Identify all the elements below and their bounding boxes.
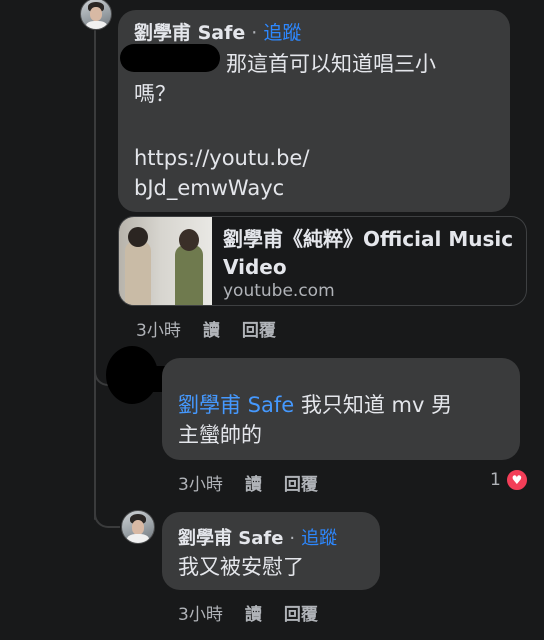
read-button[interactable]: 讀 <box>245 475 262 495</box>
heart-icon: ♥ <box>504 468 529 492</box>
reply-actions: 3小時 讀 回覆 <box>178 470 340 495</box>
reply-button[interactable]: 回覆 <box>242 321 276 341</box>
video-thumbnail[interactable] <box>119 217 212 305</box>
youtube-link[interactable]: https://youtu.be/ bJd_emwWayc <box>134 143 494 203</box>
reply-text-part1: 我只知道 mv 男 <box>294 393 453 417</box>
follow-link[interactable]: 追蹤 <box>301 528 337 549</box>
card-title[interactable]: 劉學甫《純粹》Official Music Video <box>223 225 519 281</box>
link-line1[interactable]: https://youtu.be/ <box>134 146 309 170</box>
comment-actions: 3小時 讀 回覆 <box>136 316 298 341</box>
reply-actions: 3小時 讀 回覆 <box>178 600 340 625</box>
comment-thread: 劉學甫 Safe · 追蹤 那這首可以知道唱三小 嗎？ https://youtu.… <box>0 0 544 640</box>
reaction-summary[interactable]: 1 ♥ <box>490 468 529 492</box>
timestamp[interactable]: 3小時 <box>178 605 223 625</box>
reply-button[interactable]: 回覆 <box>284 605 318 625</box>
timestamp[interactable]: 3小時 <box>178 475 223 495</box>
comment-bubble: 劉學甫 Safe · 追蹤 那這首可以知道唱三小 嗎？ https://youtu.… <box>118 10 510 212</box>
separator-dot: · <box>289 528 296 549</box>
read-button[interactable]: 讀 <box>245 605 262 625</box>
reply-bubble: 劉學甫 Safe 我只知道 mv 男 主蠻帥的 <box>162 358 520 460</box>
link-preview-card[interactable]: 劉學甫《純粹》Official Music Video youtube.com <box>118 216 527 306</box>
mention-tag[interactable]: 劉學甫 Safe <box>178 393 294 417</box>
reply-text: 我又被安慰了 <box>178 555 304 579</box>
link-line2[interactable]: bJd_emwWayc <box>134 176 284 200</box>
separator-dot: · <box>251 22 258 44</box>
card-domain: youtube.com <box>223 281 335 301</box>
avatar[interactable] <box>80 0 112 30</box>
comment-text-line1: 那這首可以知道唱三小 <box>226 52 436 76</box>
avatar[interactable] <box>121 510 155 544</box>
redacted-name <box>120 44 220 72</box>
comment-text-line2: 嗎？ <box>134 82 176 106</box>
reply-header: 劉學甫 Safe · 追蹤 <box>178 524 364 550</box>
reply-text-line2: 主蠻帥的 <box>178 423 262 447</box>
thread-line <box>94 30 96 520</box>
follow-link[interactable]: 追蹤 <box>263 22 301 44</box>
thread-connector <box>94 490 120 528</box>
author-name[interactable]: 劉學甫 Safe <box>178 528 283 549</box>
reaction-count: 1 <box>490 470 501 490</box>
reply-button[interactable]: 回覆 <box>284 475 318 495</box>
read-button[interactable]: 讀 <box>203 321 220 341</box>
reply-bubble: 劉學甫 Safe · 追蹤 我又被安慰了 <box>162 512 380 590</box>
comment-header: 劉學甫 Safe · 追蹤 <box>134 18 494 45</box>
reply-text: 劉學甫 Safe 我只知道 mv 男 主蠻帥的 <box>178 390 504 450</box>
timestamp[interactable]: 3小時 <box>136 321 181 341</box>
author-name[interactable]: 劉學甫 Safe <box>134 22 245 44</box>
